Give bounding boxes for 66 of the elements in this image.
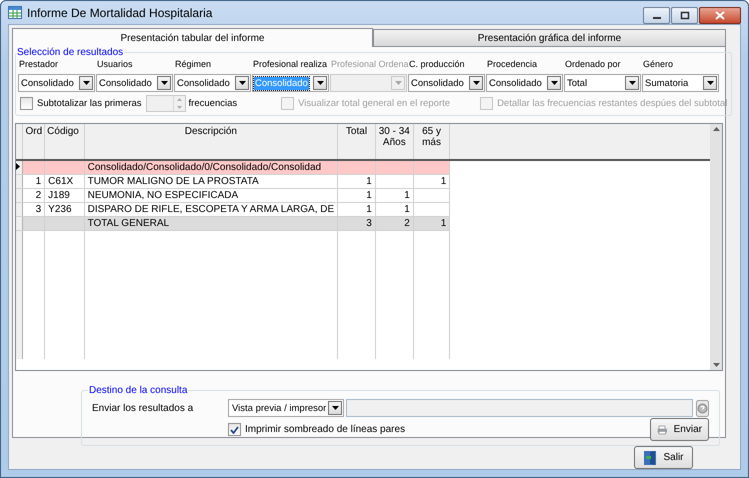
filter-label: Profesional realiza: [252, 58, 328, 71]
tab[interactable]: Presentación tabular del informe: [12, 28, 373, 47]
filter-label: Profesional Ordena: [330, 58, 409, 71]
column-header[interactable]: 30 - 34 Años: [375, 124, 414, 160]
table-cell: NEUMONIA, NO ESPECIFICADA: [84, 188, 338, 202]
dropdown[interactable]: Consolidado: [174, 74, 251, 92]
maximize-button[interactable]: [671, 7, 698, 24]
table-cell: 1: [338, 188, 376, 202]
dropdown[interactable]: Sumatoria: [642, 74, 719, 92]
column-header[interactable]: Descripción: [84, 124, 338, 160]
checkbox[interactable]: [20, 97, 33, 110]
checkbox[interactable]: [228, 423, 241, 436]
table-cell: 1: [22, 174, 45, 188]
close-icon: [715, 11, 725, 20]
table-cell: J189: [44, 188, 84, 202]
exit-button[interactable]: Salir: [634, 446, 693, 469]
dropdown[interactable]: Consolidado: [408, 74, 485, 92]
filter-label: Género: [642, 58, 674, 71]
help-icon[interactable]: [696, 400, 709, 416]
dropdown[interactable]: Consolidado: [18, 74, 95, 92]
close-button[interactable]: [699, 7, 741, 24]
down-arrow-icon[interactable]: [713, 363, 720, 367]
table-cell: 3: [338, 216, 376, 230]
filter-label: Procedencia: [486, 58, 538, 71]
minimize-button[interactable]: [643, 7, 670, 24]
table-cell: TUMOR MALIGNO DE LA PROSTATA: [84, 174, 338, 188]
minimize-icon: [652, 17, 660, 19]
checkbox-label: Imprimir sombreado de líneas pares: [245, 424, 406, 435]
send-button[interactable]: Enviar: [650, 418, 709, 441]
up-arrow-icon[interactable]: [713, 127, 720, 131]
table-cell: 1: [338, 174, 376, 188]
scrollbar[interactable]: [710, 124, 722, 370]
group-title: Selección de resultados: [16, 47, 124, 58]
tab[interactable]: Presentación gráfica del informe: [373, 29, 726, 46]
table-cell: Consolidado/Consolidado/0/Consolidado/Consolidad: [84, 160, 338, 174]
group-title: Destino de la consulta: [88, 385, 188, 396]
column-header[interactable]: Total: [338, 124, 376, 160]
table-cell: 2: [375, 216, 414, 230]
maximize-icon: [680, 12, 689, 20]
table-icon: [8, 6, 22, 19]
table-cell: 1: [413, 216, 450, 230]
filter-label: Prestador: [18, 58, 58, 71]
table-cell: 2: [22, 188, 45, 202]
filter-label: Régimen: [174, 58, 212, 71]
filter-label: Usuarios: [96, 58, 133, 71]
column-header[interactable]: Ord: [22, 124, 45, 160]
table-cell: TOTAL GENERAL: [84, 216, 338, 230]
door-icon: [643, 450, 658, 466]
dropdown[interactable]: Total: [564, 74, 641, 92]
column-header[interactable]: 65 y más: [413, 124, 450, 160]
table-cell: 1: [375, 188, 414, 202]
checkbox-label: Visualizar total general en el reporte: [298, 98, 450, 109]
row-header[interactable]: [16, 160, 23, 174]
checkbox-label: Subtotalizar las primeras: [37, 98, 142, 109]
field-label: Enviar los resultados a: [92, 402, 194, 414]
filter-label: C. producción: [408, 58, 465, 71]
dropdown[interactable]: Vista previa / impresor: [228, 399, 344, 417]
window-title: Informe De Mortalidad Hospitalaria: [27, 6, 214, 20]
field-suffix: frecuencias: [188, 98, 238, 109]
path-field[interactable]: [346, 399, 693, 417]
table-cell: C61X: [44, 174, 84, 188]
printer-icon: [657, 422, 668, 436]
dropdown[interactable]: Consolidado: [96, 74, 173, 92]
dropdown[interactable]: Consolidado: [486, 74, 563, 92]
column-header[interactable]: Código: [44, 124, 84, 160]
filter-label: Ordenado por: [564, 58, 621, 71]
